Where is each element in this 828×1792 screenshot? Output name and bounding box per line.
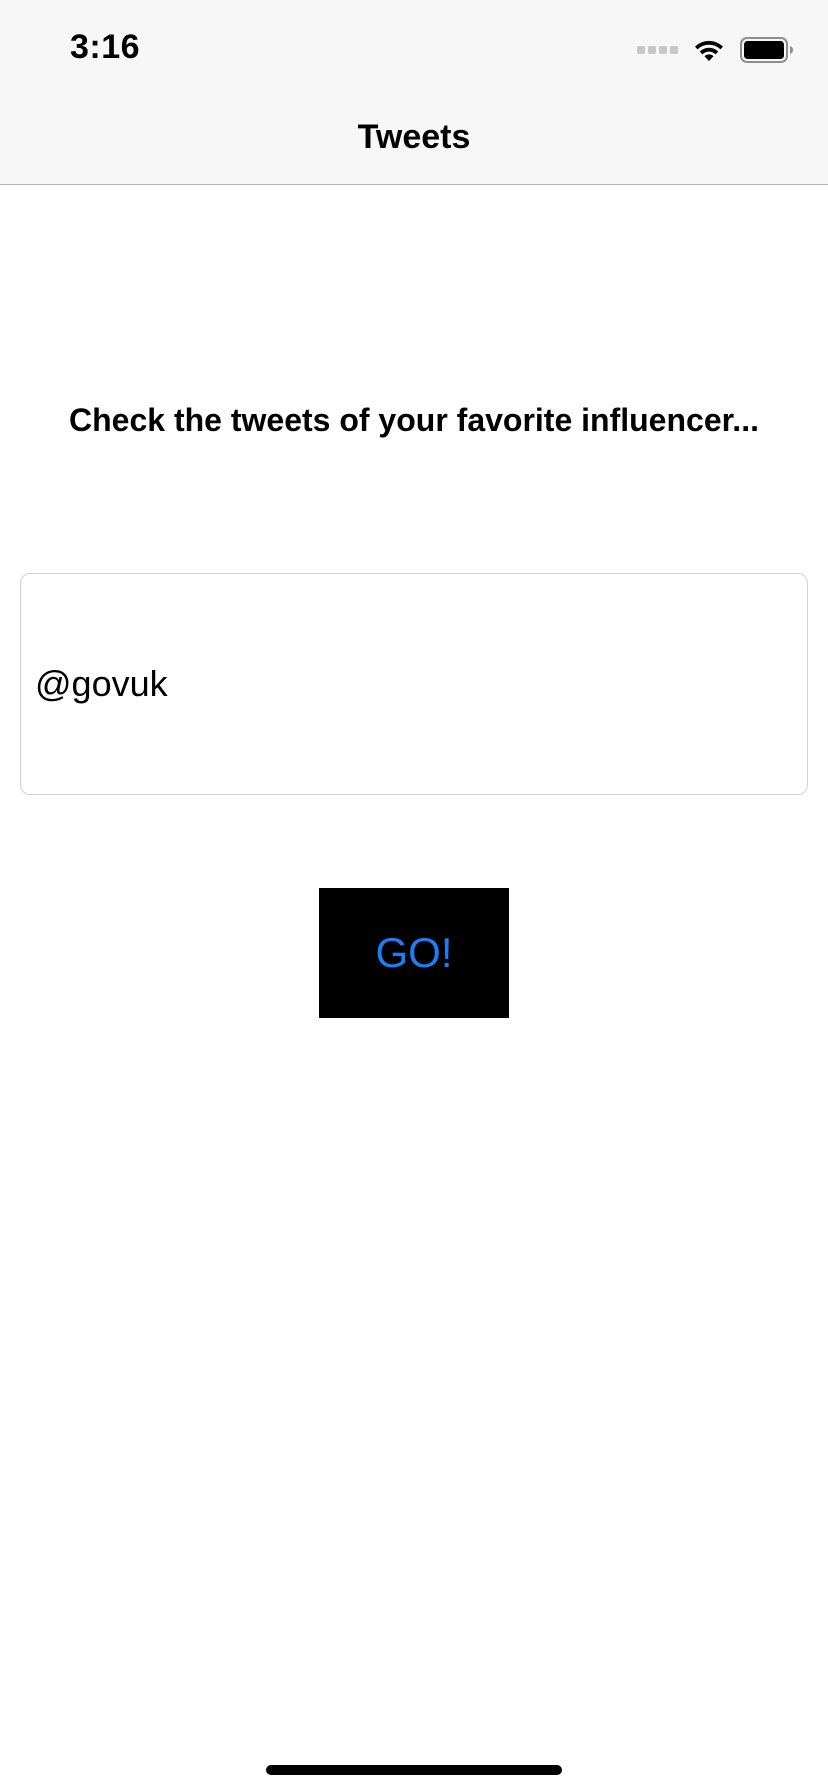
- page-title: Tweets: [357, 118, 471, 156]
- handle-input[interactable]: [20, 573, 808, 795]
- status-icons: [637, 36, 794, 64]
- battery-icon: [740, 37, 793, 63]
- top-bar: 3:16 Tweets: [0, 0, 828, 185]
- cellular-signal-icon: [637, 46, 678, 54]
- app-screen: 3:16 Tweets Check the tweets of your fav…: [0, 0, 828, 1792]
- status-time: 3:16: [70, 28, 141, 66]
- headline-text: Check the tweets of your favorite influe…: [69, 402, 759, 438]
- wifi-icon: [695, 40, 723, 61]
- go-button[interactable]: GO!: [319, 888, 509, 1018]
- home-indicator[interactable]: [266, 1765, 562, 1775]
